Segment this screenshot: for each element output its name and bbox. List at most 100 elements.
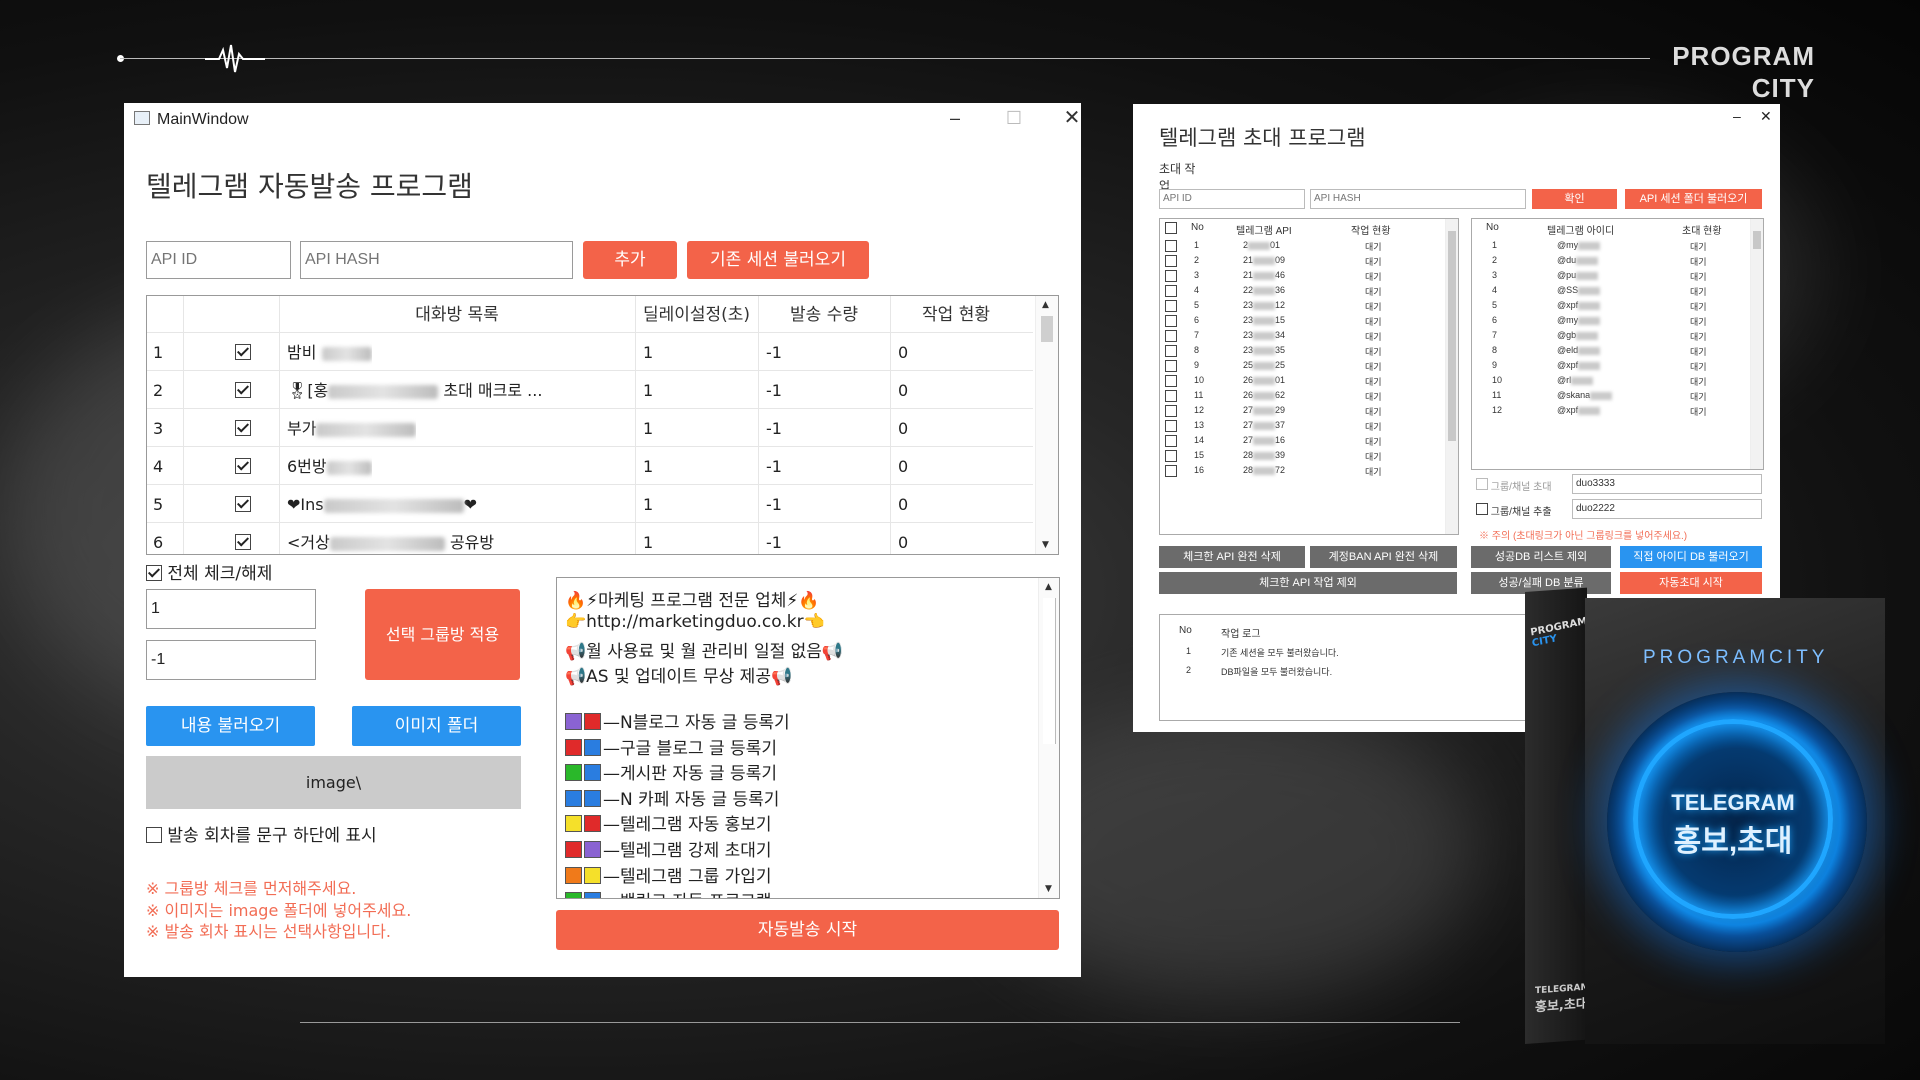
table-row[interactable]: 3 부가 1 -1 0 [147, 408, 1033, 447]
row-checkbox[interactable] [1165, 465, 1177, 479]
row-checkbox[interactable] [1165, 255, 1177, 269]
check-all-checkbox[interactable] [146, 565, 162, 581]
row-checkbox[interactable] [1165, 420, 1177, 434]
color-swatch [584, 866, 601, 884]
maximize-button[interactable]: ☐ [994, 105, 1034, 131]
api-list-scrollbar[interactable] [1445, 219, 1458, 534]
color-swatch [565, 713, 582, 730]
row-checkbox[interactable] [1165, 390, 1177, 404]
api-hash-input[interactable] [300, 241, 573, 279]
header-checkbox[interactable] [1165, 222, 1177, 237]
color-swatch [584, 892, 601, 898]
close-button[interactable]: ✕ [1760, 108, 1772, 125]
count-input[interactable] [146, 640, 316, 680]
confirm-button[interactable]: 확인 [1532, 189, 1617, 209]
table-row[interactable]: 2 🎖[홍 초대 매크로 ... 1 -1 0 [147, 370, 1033, 409]
close-button[interactable]: ✕ [1052, 105, 1092, 131]
invite-toggle[interactable]: 그룹/채널 초대 [1476, 478, 1552, 493]
minimize-button[interactable]: – [935, 105, 975, 131]
delete-banned-api-button[interactable]: 계정BAN API 완전 삭제 [1310, 546, 1457, 568]
message-textbox[interactable]: 🔥⚡마케팅 프로그램 전문 업체⚡🔥 👉http://marketingduo.… [556, 577, 1060, 899]
color-swatch [565, 866, 582, 884]
load-session-button[interactable]: 기존 세션 불러오기 [687, 241, 869, 279]
apply-group-button[interactable]: 선택 그룹방 적용 [365, 589, 520, 680]
row-number: 4 [153, 457, 164, 476]
row-checkbox[interactable] [1165, 300, 1177, 314]
color-swatch [584, 713, 601, 730]
auto-invite-button[interactable]: 자동초대 시작 [1620, 572, 1762, 594]
column-header[interactable]: 대화방 목록 [279, 296, 635, 332]
add-button[interactable]: 추가 [583, 241, 677, 279]
api-id-input[interactable] [146, 241, 291, 279]
app-title: 텔레그램 자동발송 프로그램 [146, 170, 473, 203]
row-checkbox[interactable] [1165, 345, 1177, 359]
minimize-button[interactable]: – [1733, 108, 1741, 124]
show-round-checkbox[interactable] [146, 827, 162, 843]
column-header[interactable]: 딜레이설정(초) [635, 296, 758, 332]
row-checkbox[interactable] [1165, 315, 1177, 329]
table-scrollbar[interactable]: ▲ ▼ [1035, 296, 1058, 554]
api-list: No 텔레그램 API 작업 현황 1 2 01 대기 2 21 09 대기 3 21 46 대기 4 2… [1159, 218, 1459, 535]
id-list-scrollbar[interactable] [1750, 219, 1763, 469]
exclude-checked-api-button[interactable]: 체크한 API 작업 제외 [1159, 572, 1457, 594]
product-line: —N블로그 자동 글 등록기 [565, 708, 790, 733]
load-id-db-button[interactable]: 직접 아이디 DB 불러오기 [1620, 546, 1762, 568]
row-checkbox[interactable] [235, 485, 251, 523]
deco-top-line [120, 58, 1650, 59]
delay-input[interactable] [146, 589, 316, 629]
row-checkbox[interactable] [235, 371, 251, 409]
success-db-exclude-button[interactable]: 성공DB 리스트 제외 [1471, 546, 1611, 568]
row-checkbox[interactable] [1165, 375, 1177, 389]
row-checkbox[interactable] [235, 523, 251, 554]
color-swatch [584, 841, 601, 858]
delete-checked-api-button[interactable]: 체크한 API 완전 삭제 [1159, 546, 1305, 568]
image-folder-button[interactable]: 이미지 폴더 [352, 706, 521, 746]
table-row[interactable]: 4 6번방 1 -1 0 [147, 446, 1033, 485]
column-header: 텔레그램 API [1236, 226, 1292, 237]
row-checkbox[interactable] [1165, 435, 1177, 449]
row-number: 5 [153, 495, 164, 514]
row-checkbox[interactable] [1165, 270, 1177, 284]
table-row[interactable]: 5 ❤Ins ❤ 1 -1 0 [147, 484, 1033, 523]
api-hash-input[interactable] [1310, 189, 1526, 209]
table-row[interactable]: 6 <거상 공유방 1 -1 0 [147, 522, 1033, 554]
row-checkbox[interactable] [1165, 330, 1177, 344]
table-row[interactable]: 1 밤비 1 -1 0 [147, 332, 1033, 371]
extract-toggle[interactable]: 그룹/채널 추출 [1476, 503, 1552, 518]
row-checkbox[interactable] [1165, 240, 1177, 254]
scroll-down-icon[interactable]: ▼ [1042, 540, 1049, 550]
row-checkbox[interactable] [1165, 450, 1177, 464]
invite-input[interactable] [1572, 474, 1762, 494]
scroll-down-icon[interactable]: ▼ [1045, 884, 1052, 894]
check-all-toggle[interactable]: 전체 체크/해제 [146, 559, 272, 584]
row-checkbox[interactable] [235, 333, 251, 371]
product-line: —텔레그램 그룹 가입기 [565, 862, 772, 887]
scroll-up-icon[interactable]: ▲ [1045, 582, 1052, 592]
message-line: 👉http://marketingduo.co.kr👈 [565, 612, 825, 632]
row-checkbox[interactable] [1165, 405, 1177, 419]
row-checkbox[interactable] [1165, 360, 1177, 374]
row-checkbox[interactable] [235, 409, 251, 447]
count-value: -1 [766, 533, 782, 552]
show-round-label: 발송 회차를 문구 하단에 표시 [167, 826, 377, 846]
row-number: 3 [153, 419, 164, 438]
load-content-button[interactable]: 내용 불러오기 [146, 706, 315, 746]
row-checkbox[interactable] [1165, 285, 1177, 299]
count-value: -1 [766, 343, 782, 362]
count-value: -1 [766, 495, 782, 514]
column-header[interactable]: 발송 수량 [758, 296, 890, 332]
start-send-button[interactable]: 자동발송 시작 [556, 910, 1059, 950]
show-round-toggle[interactable]: 발송 회차를 문구 하단에 표시 [146, 821, 377, 846]
column-header[interactable]: 작업 현황 [890, 296, 1022, 332]
image-path-field[interactable]: image\ [146, 756, 521, 809]
log-row-msg: 기존 세션을 모두 불러왔습니다. [1221, 648, 1339, 658]
textbox-scrollbar[interactable]: ▲ ▼ [1038, 578, 1059, 898]
message-line: 📢월 사용료 및 월 관리비 일절 없음📢 [565, 642, 844, 662]
chatroom-name: 밤비 [287, 333, 372, 371]
status-value: 0 [898, 457, 909, 476]
row-checkbox[interactable] [235, 447, 251, 485]
api-id-input[interactable] [1159, 189, 1305, 209]
scroll-up-icon[interactable]: ▲ [1042, 300, 1049, 310]
load-folder-button[interactable]: API 세션 폴더 불러오기 [1625, 189, 1762, 209]
extract-input[interactable] [1572, 499, 1762, 519]
